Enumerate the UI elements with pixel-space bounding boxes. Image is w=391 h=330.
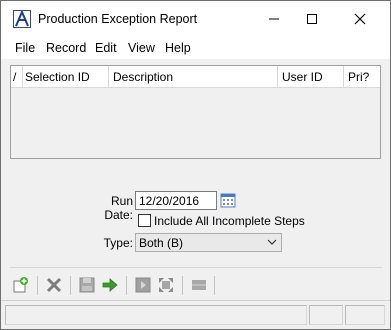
toolbar-divider — [182, 276, 183, 295]
toolbar-divider — [214, 276, 215, 295]
status-bar — [1, 300, 390, 328]
save-icon — [79, 277, 95, 293]
column-header-selection-id[interactable]: Selection ID — [23, 66, 109, 88]
title-bar[interactable]: Production Exception Report — [1, 1, 390, 37]
toolbar — [7, 274, 383, 296]
selection-grid[interactable]: / Selection ID Description User ID Pri? — [10, 65, 381, 159]
menu-view[interactable]: View — [128, 41, 155, 55]
toolbar-divider — [37, 276, 38, 295]
menu-file[interactable]: File — [15, 41, 35, 55]
minimize-icon — [269, 18, 279, 20]
app-logo-icon — [13, 10, 31, 28]
menu-record[interactable]: Record — [46, 41, 86, 55]
grid-header: / Selection ID Description User ID Pri? — [11, 66, 380, 88]
chevron-down-icon — [267, 239, 277, 245]
menu-edit[interactable]: Edit — [95, 41, 117, 55]
expand-icon — [159, 278, 173, 292]
run-icon — [135, 277, 151, 293]
go-button[interactable] — [99, 274, 121, 296]
go-arrow-icon — [102, 278, 118, 292]
calendar-icon — [220, 193, 236, 208]
menu-bar: File Record Edit View Help — [1, 37, 390, 59]
run-button[interactable] — [132, 274, 154, 296]
type-label: Type: — [103, 236, 133, 250]
list-icon — [192, 280, 206, 290]
column-header-marker[interactable]: / — [11, 66, 23, 88]
close-icon — [354, 13, 366, 25]
menu-help[interactable]: Help — [165, 41, 191, 55]
new-icon — [13, 277, 28, 293]
client-area: / Selection ID Description User ID Pri? … — [1, 59, 390, 329]
type-dropdown[interactable]: Both (B) — [135, 233, 282, 252]
list-button[interactable] — [188, 274, 210, 296]
report-window: Production Exception Report File Record … — [0, 0, 391, 330]
include-incomplete-label[interactable]: Include All Incomplete Steps — [154, 214, 305, 228]
toolbar-divider — [70, 276, 71, 295]
type-selected-value: Both (B) — [139, 236, 184, 250]
toolbar-separator-line — [10, 267, 382, 268]
expand-button[interactable] — [155, 274, 177, 296]
window-title: Production Exception Report — [38, 12, 198, 26]
column-header-priority[interactable]: Pri? — [344, 66, 380, 88]
delete-icon — [46, 277, 62, 293]
delete-button[interactable] — [43, 274, 65, 296]
save-button[interactable] — [76, 274, 98, 296]
status-pane-2 — [309, 305, 343, 325]
column-header-description[interactable]: Description — [109, 66, 278, 88]
maximize-icon — [307, 14, 317, 24]
run-date-label: Run Date: — [104, 194, 133, 222]
calendar-button[interactable] — [220, 192, 236, 208]
run-date-input[interactable]: 12/20/2016 — [135, 191, 217, 210]
status-pane-main — [5, 305, 307, 325]
column-header-user-id[interactable]: User ID — [278, 66, 344, 88]
close-button[interactable] — [337, 1, 383, 37]
include-incomplete-checkbox[interactable] — [138, 214, 151, 227]
new-record-button[interactable] — [9, 274, 31, 296]
status-pane-3 — [345, 305, 385, 325]
run-date-value: 12/20/2016 — [139, 194, 200, 208]
toolbar-divider — [126, 276, 127, 295]
maximize-button[interactable] — [289, 1, 335, 37]
